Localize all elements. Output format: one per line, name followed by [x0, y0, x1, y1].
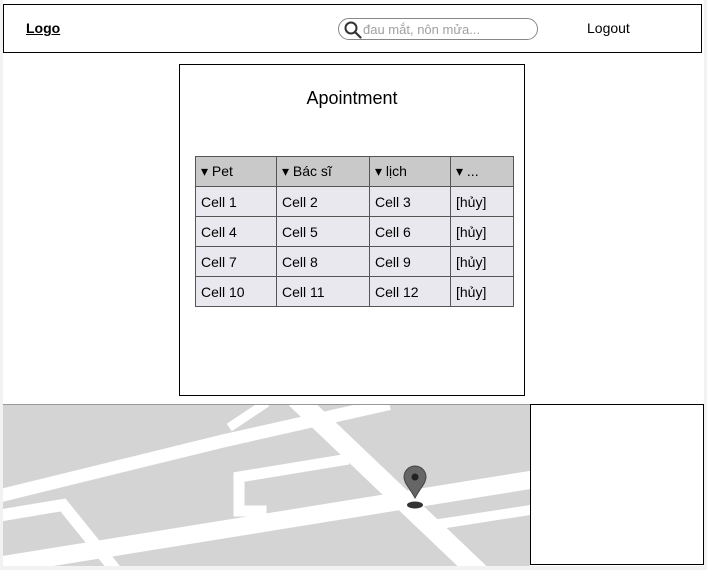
map-roads [3, 405, 530, 566]
table-cell: Cell 2 [276, 186, 370, 217]
table-row: Cell 10 Cell 11 Cell 12 [hủy] [195, 276, 514, 307]
column-header-pet[interactable]: ▾ Pet [195, 156, 277, 187]
table-cell: Cell 10 [195, 276, 277, 307]
table-cell: Cell 1 [195, 186, 277, 217]
table-cell: Cell 11 [276, 276, 370, 307]
cancel-link[interactable]: [hủy] [450, 216, 514, 247]
header-bar: Logo Logout [3, 4, 702, 53]
table-cell: Cell 5 [276, 216, 370, 247]
table-header-row: ▾ Pet ▾ Bác sĩ ▾ lịch ▾ ... [195, 156, 514, 187]
search-icon [344, 21, 362, 39]
table-row: Cell 1 Cell 2 Cell 3 [hủy] [195, 186, 514, 217]
column-header-more[interactable]: ▾ ... [450, 156, 514, 187]
logout-link[interactable]: Logout [587, 20, 630, 36]
table-row: Cell 7 Cell 8 Cell 9 [hủy] [195, 246, 514, 277]
table-cell: Cell 3 [369, 186, 451, 217]
search-box[interactable] [338, 18, 538, 40]
cancel-link[interactable]: [hủy] [450, 246, 514, 277]
table-cell: Cell 4 [195, 216, 277, 247]
table-cell: Cell 9 [369, 246, 451, 277]
search-input[interactable] [363, 20, 531, 38]
map-view[interactable] [3, 404, 530, 566]
table-cell: Cell 12 [369, 276, 451, 307]
table-cell: Cell 7 [195, 246, 277, 277]
column-header-schedule[interactable]: ▾ lịch [369, 156, 451, 187]
frame-bottom [0, 566, 707, 570]
table-cell: Cell 6 [369, 216, 451, 247]
column-header-doctor[interactable]: ▾ Bác sĩ [276, 156, 370, 187]
table-cell: Cell 8 [276, 246, 370, 277]
appointment-panel: Apointment ▾ Pet ▾ Bác sĩ ▾ lịch ▾ ... C… [179, 64, 525, 396]
table-row: Cell 4 Cell 5 Cell 6 [hủy] [195, 216, 514, 247]
side-panel [530, 404, 704, 565]
logo-link[interactable]: Logo [26, 20, 60, 36]
appointment-table: ▾ Pet ▾ Bác sĩ ▾ lịch ▾ ... Cell 1 Cell … [195, 156, 514, 307]
panel-title: Apointment [306, 88, 398, 108]
cancel-link[interactable]: [hủy] [450, 276, 514, 307]
cancel-link[interactable]: [hủy] [450, 186, 514, 217]
